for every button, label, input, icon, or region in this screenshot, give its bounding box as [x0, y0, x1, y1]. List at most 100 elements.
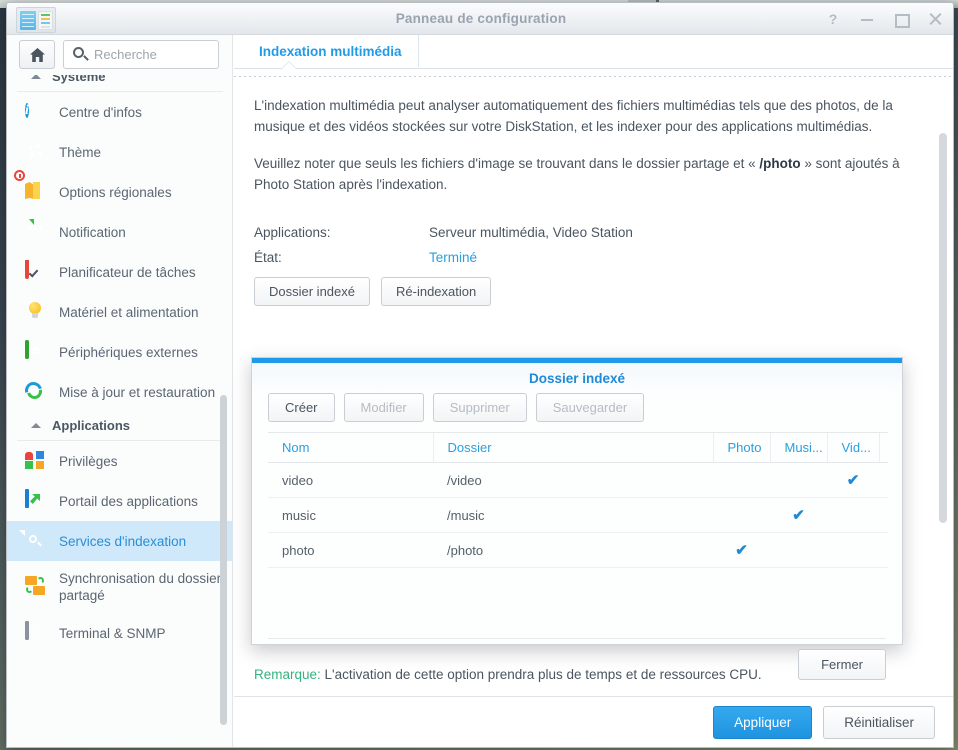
cell-musique-check: ✔	[770, 497, 827, 533]
privileges-squares-icon	[25, 450, 47, 472]
indexed-folders-table-wrap: Nom Dossier Photo Musi... Vid... video /…	[252, 432, 902, 638]
sidebar-item-peripheriques-externes[interactable]: Périphériques externes	[7, 332, 232, 372]
table-header-row: Nom Dossier Photo Musi... Vid...	[268, 432, 888, 463]
info-icon: i	[25, 103, 29, 118]
table-row[interactable]: music /music ✔	[268, 497, 888, 533]
sidebar-item-label: Mise à jour et restauration	[59, 384, 216, 400]
field-applications: Applications: Serveur multimédia, Video …	[254, 225, 923, 240]
sidebar-group-label: Applications	[52, 418, 131, 433]
window-titlebar[interactable]: Panneau de configuration ?	[7, 3, 953, 35]
table-row[interactable]: photo /photo ✔	[268, 532, 888, 568]
creer-button[interactable]: Créer	[268, 393, 335, 422]
window-controls: ?	[825, 3, 943, 35]
description-paragraph-2: Veuillez noter que seuls les fichiers d'…	[254, 153, 923, 195]
cell-spacer	[879, 462, 888, 498]
modifier-button: Modifier	[343, 393, 424, 422]
sidebar-group-applications[interactable]: Applications	[17, 412, 223, 441]
terminal-icon	[25, 621, 47, 644]
column-header-musique[interactable]: Musi...	[769, 432, 827, 463]
cell-musique-check	[770, 462, 827, 498]
cell-dossier: /photo	[433, 532, 713, 568]
column-header-video[interactable]: Vid...	[826, 432, 879, 463]
content-inner: L'indexation multimédia peut analyser au…	[234, 79, 953, 306]
table-empty-space	[268, 568, 886, 638]
sidebar-item-label: Portail des applications	[59, 493, 198, 509]
region-clock-icon	[14, 170, 47, 203]
sidebar-item-materiel-et-alimentation[interactable]: Matériel et alimentation	[7, 292, 232, 332]
close-icon[interactable]	[927, 11, 943, 27]
refresh-icon	[21, 378, 47, 403]
cell-photo-check	[713, 497, 770, 533]
sidebar-item-label: Planificateur de tâches	[59, 264, 196, 280]
dossier-indexe-button[interactable]: Dossier indexé	[254, 277, 370, 306]
sauvegarder-button: Sauvegarder	[535, 393, 645, 422]
action-button-row: Dossier indexé Ré-indexation	[254, 277, 923, 306]
folder-sync-icon	[25, 576, 47, 598]
control-panel-window: Panneau de configuration ? Système i Cen…	[6, 2, 954, 748]
calendar-check-icon	[25, 260, 47, 283]
apply-button[interactable]: Appliquer	[713, 706, 813, 739]
tab-notch	[282, 62, 296, 69]
home-button[interactable]	[19, 40, 55, 69]
sidebar-item-portail-des-applications[interactable]: Portail des applications	[7, 481, 232, 521]
sidebar-item-centre-dinfos[interactable]: i Centre d'infos	[7, 92, 232, 132]
help-icon[interactable]: ?	[825, 11, 841, 27]
sidebar-item-label: Thème	[59, 144, 102, 160]
paragraph2-pre: Veuillez noter que seuls les fichiers d'…	[254, 156, 760, 171]
sidebar-item-privileges[interactable]: Privilèges	[7, 441, 232, 481]
content-scrollbar[interactable]	[939, 133, 947, 523]
field-label: État:	[254, 250, 282, 265]
sidebar-item-mise-a-jour-et-restauration[interactable]: Mise à jour et restauration	[7, 372, 232, 412]
sidebar-item-theme[interactable]: Thème	[7, 132, 232, 172]
sidebar-item-planificateur-de-taches[interactable]: Planificateur de tâches	[7, 252, 232, 292]
re-indexation-button[interactable]: Ré-indexation	[381, 277, 492, 306]
cell-spacer	[879, 497, 888, 533]
footer-bar: Appliquer Réinitialiser	[234, 696, 953, 747]
sidebar-item-label: Privilèges	[59, 453, 118, 469]
search-input[interactable]	[92, 46, 210, 63]
sidebar-item-label: Matériel et alimentation	[59, 304, 199, 320]
sidebar-item-terminal-snmp[interactable]: Terminal & SNMP	[7, 613, 232, 653]
column-header-dossier[interactable]: Dossier	[432, 432, 713, 463]
search-icon	[73, 47, 84, 58]
cell-dossier: /video	[433, 462, 713, 498]
tab-indexation-multimedia[interactable]: Indexation multimédia	[243, 35, 419, 67]
sidebar-item-label: Notification	[59, 224, 126, 240]
minimize-icon[interactable]	[859, 11, 875, 27]
status-value[interactable]: Terminé	[429, 250, 477, 265]
sidebar-item-label: Options régionales	[59, 184, 172, 200]
sidebar-item-synchronisation-du-dossier-partage[interactable]: Synchronisation du dossier partagé	[7, 561, 232, 613]
column-header-nom[interactable]: Nom	[268, 432, 433, 463]
external-device-icon	[25, 340, 47, 363]
column-header-spacer	[878, 432, 888, 463]
cell-video-check	[827, 532, 879, 568]
column-header-photo[interactable]: Photo	[712, 432, 770, 463]
field-label: Applications:	[254, 225, 331, 240]
maximize-icon[interactable]	[893, 11, 910, 28]
tab-strip: Indexation multimédia	[234, 35, 953, 69]
dialog-title: Dossier indexé	[252, 363, 902, 393]
reset-button[interactable]: Réinitialiser	[823, 706, 935, 739]
chevron-up-icon	[31, 423, 41, 428]
sidebar-item-options-regionales[interactable]: Options régionales	[7, 170, 232, 212]
search-box[interactable]	[63, 40, 219, 69]
palette-icon	[25, 141, 47, 163]
sidebar-item-label: Périphériques externes	[59, 344, 198, 360]
fermer-button[interactable]: Fermer	[798, 649, 886, 680]
cell-nom: photo	[268, 532, 433, 568]
dossier-indexe-dialog: Dossier indexé Créer Modifier Supprimer …	[251, 357, 903, 680]
sidebar-scroll-area: Système i Centre d'infos Thème Options r…	[7, 63, 232, 747]
paragraph2-path: /photo	[759, 156, 801, 171]
indexing-doc-icon	[25, 530, 47, 552]
supprimer-button: Supprimer	[432, 393, 527, 422]
sidebar-item-services-dindexation[interactable]: Services d'indexation	[7, 521, 232, 561]
sidebar-item-label: Centre d'infos	[59, 104, 142, 120]
cell-spacer	[879, 532, 888, 568]
cell-photo-check: ✔	[713, 532, 770, 568]
sidebar-item-notification[interactable]: Notification	[7, 212, 232, 252]
sidebar-scrollbar[interactable]	[220, 395, 227, 725]
cell-musique-check	[770, 532, 827, 568]
sidebar-header	[7, 35, 232, 75]
table-row[interactable]: video /video ✔	[268, 462, 888, 498]
home-icon	[29, 47, 45, 62]
